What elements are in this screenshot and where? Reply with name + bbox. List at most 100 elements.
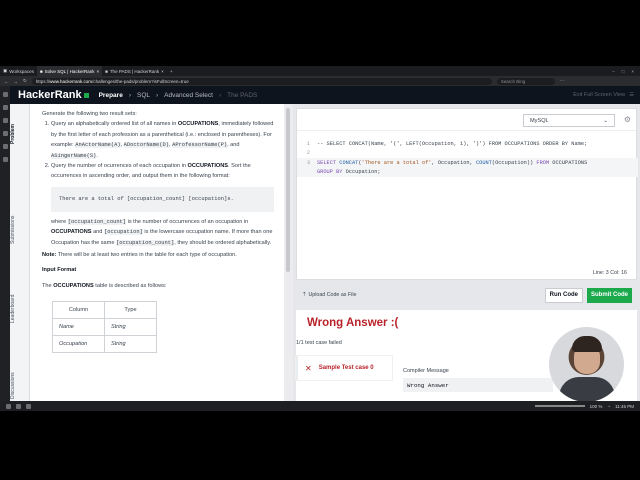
hackerrank-logo[interactable]: HackerRank: [18, 89, 89, 101]
table-row: Name String: [52, 318, 157, 337]
note-label: Note:: [42, 252, 57, 259]
sidebar-app-icon[interactable]: [2, 157, 8, 162]
taskbar-app-icon[interactable]: [16, 403, 21, 409]
gear-icon[interactable]: ⚙: [624, 115, 631, 124]
result-status: Wrong Answer :(: [307, 317, 399, 329]
inline-code: AProfessorName(P): [172, 142, 228, 149]
language-select[interactable]: MySQL ⌄: [523, 114, 615, 127]
table-cell: String: [104, 335, 157, 354]
test-case-tab[interactable]: ✕ Sample Test case 0: [296, 356, 392, 380]
task-list: Query an alphabetically ordered list of …: [42, 119, 274, 248]
exit-fullscreen-label: Exit Full Screen View: [573, 92, 626, 98]
code-punct: , Occupation,: [431, 159, 476, 166]
function-name: CONCAT: [339, 159, 359, 166]
logo-square-icon: [83, 92, 89, 98]
column-header: Type: [104, 301, 157, 320]
text: .: [96, 152, 98, 159]
tab-label: Solve SQL | HackerRank: [44, 68, 95, 74]
sidebar-app-icon[interactable]: [2, 105, 8, 110]
code-line-wrap[interactable]: GROUP BY Occupation;: [297, 167, 638, 177]
taskbar-app-icon[interactable]: [26, 403, 31, 409]
webcam-body: [559, 377, 615, 402]
close-icon[interactable]: ×: [96, 69, 99, 74]
volume-slider[interactable]: [534, 405, 585, 407]
crumb-prepare[interactable]: Prepare: [99, 92, 123, 99]
intro-text: Generate the following two result sets:: [42, 111, 137, 117]
keyword: FROM: [536, 159, 550, 166]
sidebar-app-icon[interactable]: [2, 144, 8, 149]
breadcrumb: Prepare › SQL › Advanced Select › The PA…: [99, 92, 258, 99]
tab-leaderboard[interactable]: Leaderboard: [10, 274, 30, 344]
text: is the number of occurrences of an occup…: [126, 218, 249, 225]
format-code-block: There are a total of [occupation_count] …: [51, 186, 274, 212]
hackerrank-favicon-icon: ■: [105, 68, 108, 74]
sidebar-app-icon[interactable]: [2, 118, 8, 123]
problem-scrollbar[interactable]: [284, 104, 293, 401]
back-icon[interactable]: ←: [4, 79, 9, 84]
code-editor[interactable]: MySQL ⌄ ⚙ 1 -- SELECT CONCAT(Name, '(', LE…: [296, 108, 638, 280]
editor-actions: ⇡ Upload Code as File Run Code Submit Cod…: [296, 284, 637, 306]
code-text: GROUP BY Occupation;: [317, 169, 381, 175]
tab-label: Workspaces: [9, 68, 34, 74]
menu-icon[interactable]: ☰: [629, 92, 634, 98]
scrollbar-thumb[interactable]: [286, 108, 290, 272]
problem-side-tabs: Problem Submissions Leaderboard Discussi…: [10, 104, 30, 401]
note: Note: There will be at least two entries…: [42, 250, 274, 260]
start-icon[interactable]: [6, 403, 11, 409]
schema-table: Column Type Name String Occupation Strin…: [52, 301, 157, 354]
sidebar-app-icon[interactable]: [2, 131, 8, 136]
inline-code: ADoctorName(D): [123, 142, 169, 149]
text: , and: [227, 142, 240, 149]
code-line-current[interactable]: 3 SELECT CONCAT('There are a total of', O…: [297, 158, 638, 168]
minimize-icon[interactable]: –: [612, 69, 615, 74]
screen: ▣ Workspaces ■ Solve SQL | HackerRank × ■ Th…: [0, 66, 640, 411]
window-controls: – □ ×: [612, 69, 640, 74]
tab-problem[interactable]: Problem: [10, 110, 30, 158]
browser-tab-the-pads[interactable]: ■ The PADS | HackerRank ×: [102, 66, 167, 76]
wifi-icon[interactable]: ◔: [607, 404, 610, 409]
chevron-right-icon: ›: [156, 91, 159, 99]
code-text: SELECT CONCAT('There are a total of', Oc…: [317, 160, 587, 166]
browser-search-field[interactable]: Search Bing: [496, 77, 555, 85]
sidebar-app-icon[interactable]: [2, 92, 8, 97]
problem-statement: Generate the following two result sets: …: [30, 104, 284, 401]
upload-code-link[interactable]: ⇡ Upload Code as File: [302, 292, 356, 298]
function-name: COUNT: [475, 159, 492, 166]
logo-text: HackerRank: [18, 89, 82, 101]
upload-icon: ⇡: [302, 292, 307, 298]
table-row: Occupation String: [52, 335, 157, 354]
inline-code: AnActorName(A): [75, 142, 121, 149]
close-window-icon[interactable]: ×: [631, 69, 634, 74]
code-line[interactable]: 1 -- SELECT CONCAT(Name, '(', LEFT(Occupa…: [297, 139, 638, 149]
extensions-icon[interactable]: ⋯: [560, 78, 565, 84]
language-value: MySQL: [530, 117, 549, 124]
crumb-advanced-select[interactable]: Advanced Select: [164, 92, 213, 99]
forward-icon[interactable]: →: [14, 79, 19, 84]
maximize-icon[interactable]: □: [622, 69, 625, 74]
browser-tab-solve-sql[interactable]: ■ Solve SQL | HackerRank ×: [36, 66, 103, 76]
crumb-sql[interactable]: SQL: [137, 92, 150, 99]
url-field[interactable]: https://www.hackerrank.com/challenges/th…: [31, 77, 492, 85]
tab-submissions[interactable]: Submissions: [10, 196, 30, 264]
webcam-hair: [572, 336, 602, 352]
browser-tab-workspaces[interactable]: ▣ Workspaces: [0, 66, 37, 76]
line-number: 2: [306, 150, 310, 157]
note-text: There will be at least two entries in th…: [56, 252, 237, 259]
new-tab-button[interactable]: +: [167, 66, 176, 76]
search-placeholder: Search Bing: [500, 78, 526, 84]
table-name: OCCUPATIONS: [53, 282, 94, 289]
compiler-output: Wrong Answer: [403, 378, 553, 392]
exit-fullscreen-link[interactable]: Exit Full Screen View ☰: [573, 92, 634, 98]
refresh-icon[interactable]: ↻: [23, 78, 27, 84]
chevron-right-icon: ›: [128, 91, 131, 99]
keyword: GROUP BY: [317, 169, 343, 176]
url-domain: www.hackerrank.com: [49, 78, 93, 84]
run-code-button[interactable]: Run Code: [544, 287, 583, 303]
fail-x-icon: ✕: [305, 363, 312, 373]
close-icon[interactable]: ×: [161, 69, 164, 74]
code-line[interactable]: 2: [297, 149, 638, 159]
workspaces-icon: ▣: [3, 68, 8, 73]
browser-tab-bar: ▣ Workspaces ■ Solve SQL | HackerRank × ■ Th…: [0, 66, 640, 76]
submit-code-button[interactable]: Submit Code: [587, 287, 632, 303]
code-lines[interactable]: 1 -- SELECT CONCAT(Name, '(', LEFT(Occupa…: [297, 139, 638, 177]
